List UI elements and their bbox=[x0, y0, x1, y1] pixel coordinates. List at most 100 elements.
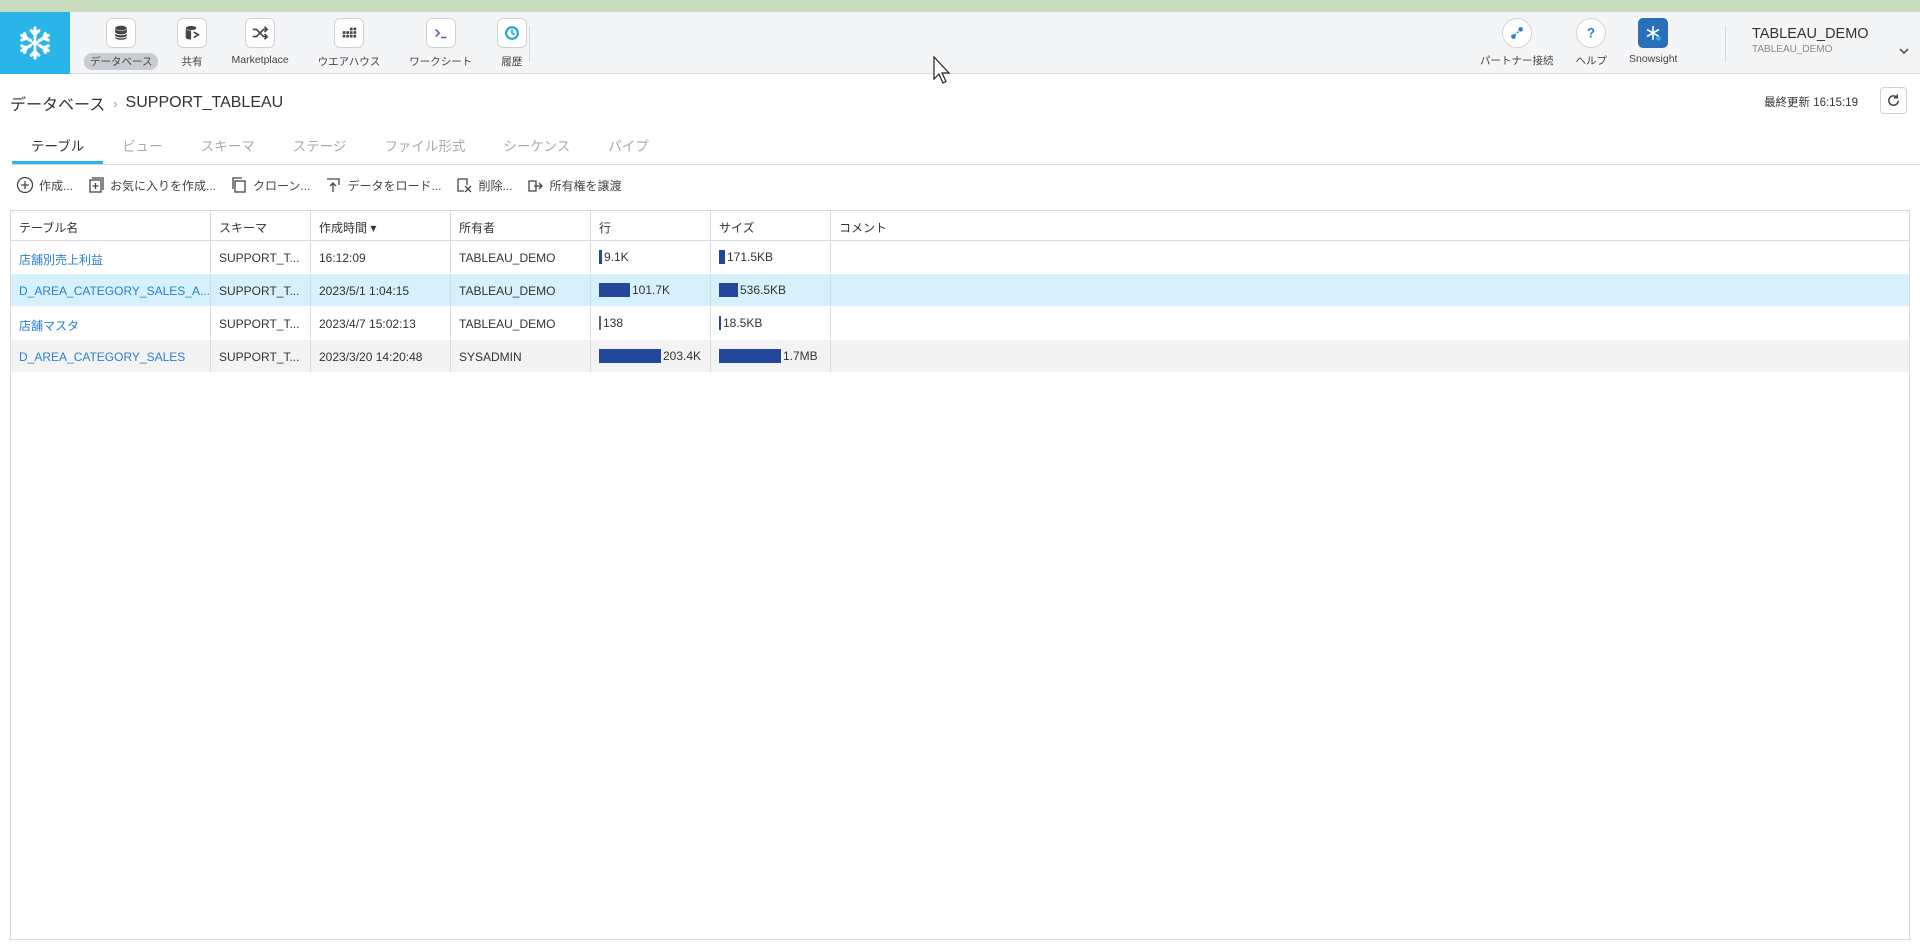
history-icon bbox=[496, 18, 527, 48]
table-row[interactable]: 店舗マスタ SUPPORT_T... 2023/4/7 15:02:13 TAB… bbox=[11, 307, 1909, 340]
rows-bar bbox=[599, 283, 630, 297]
snowflake-logo[interactable] bbox=[0, 12, 70, 74]
add-favorite-icon bbox=[89, 177, 104, 193]
size-value: 536.5KB bbox=[740, 283, 787, 297]
rows-value: 101.7K bbox=[632, 283, 671, 297]
tab-sequences[interactable]: シーケンス bbox=[484, 131, 589, 164]
schema-cell: SUPPORT_T... bbox=[211, 307, 311, 339]
owner-cell: TABLEAU_DEMO bbox=[451, 307, 591, 339]
partner-connect-icon bbox=[1501, 18, 1532, 48]
table-name-link[interactable]: 店舗別売上利益 bbox=[11, 241, 211, 273]
snowflake-icon bbox=[20, 26, 50, 60]
comment-cell bbox=[831, 340, 1909, 372]
column-header-size[interactable]: サイズ bbox=[711, 211, 831, 240]
main-nav: データベース 共有 Marketplace ウエアハウス ワークシート 履歴 bbox=[84, 18, 545, 70]
transfer-ownership-icon bbox=[528, 180, 544, 192]
nav-item-databases[interactable]: データベース bbox=[84, 18, 159, 70]
nav-label: ウエアハウス bbox=[317, 56, 381, 68]
load-data-button[interactable]: データをロード... bbox=[324, 176, 441, 194]
help-button[interactable]: ? ヘルプ bbox=[1576, 18, 1607, 68]
snowsight-button[interactable]: Snowsight bbox=[1629, 18, 1677, 68]
created-cell: 2023/3/20 14:20:48 bbox=[311, 340, 451, 372]
table-name-link[interactable]: D_AREA_CATEGORY_SALES_A... bbox=[11, 274, 211, 306]
owner-cell: SYSADMIN bbox=[451, 340, 591, 372]
help-icon: ? bbox=[1576, 18, 1607, 48]
rows-value: 138 bbox=[603, 316, 624, 330]
create-favorite-label: お気に入りを作成... bbox=[110, 178, 217, 193]
schema-cell: SUPPORT_T... bbox=[211, 241, 311, 273]
tab-schemas[interactable]: スキーマ bbox=[182, 131, 274, 164]
transfer-ownership-label: 所有権を譲渡 bbox=[549, 178, 622, 193]
chevron-down-icon[interactable] bbox=[1898, 45, 1910, 57]
size-bar bbox=[719, 349, 781, 363]
shared-database-icon bbox=[176, 18, 207, 48]
user-menu[interactable]: TABLEAU_DEMO TABLEAU_DEMO bbox=[1752, 26, 1869, 55]
comment-cell bbox=[831, 241, 1909, 273]
create-button[interactable]: 作成... bbox=[16, 176, 73, 194]
partner-connect-label: パートナー接続 bbox=[1480, 55, 1554, 67]
column-header-owner[interactable]: 所有者 bbox=[451, 211, 591, 240]
rows-cell: 101.7K bbox=[591, 274, 711, 306]
tab-views[interactable]: ビュー bbox=[103, 131, 182, 164]
tab-file-formats[interactable]: ファイル形式 bbox=[365, 131, 484, 164]
delete-button[interactable]: 削除... bbox=[455, 176, 512, 194]
partner-connect-button[interactable]: パートナー接続 bbox=[1480, 18, 1554, 68]
tables-grid: テーブル名 スキーマ 作成時間 ▾ 所有者 行 サイズ コメント 店舗別売上利益… bbox=[10, 210, 1910, 940]
size-cell: 1.7MB bbox=[711, 340, 831, 372]
breadcrumb-current: SUPPORT_TABLEAU bbox=[125, 94, 284, 111]
column-header-table-name[interactable]: テーブル名 bbox=[11, 211, 211, 240]
column-header-rows[interactable]: 行 bbox=[591, 211, 711, 240]
rows-value: 9.1K bbox=[604, 250, 629, 264]
owner-cell: TABLEAU_DEMO bbox=[451, 274, 591, 306]
nav-item-marketplace[interactable]: Marketplace bbox=[225, 18, 294, 70]
comment-cell bbox=[831, 307, 1909, 339]
size-value: 171.5KB bbox=[727, 250, 774, 264]
table-row[interactable]: 店舗別売上利益 SUPPORT_T... 16:12:09 TABLEAU_DE… bbox=[11, 241, 1909, 274]
table-name-link[interactable]: D_AREA_CATEGORY_SALES bbox=[11, 340, 211, 372]
table-header-row: テーブル名 スキーマ 作成時間 ▾ 所有者 行 サイズ コメント bbox=[11, 210, 1909, 241]
rows-value: 203.4K bbox=[663, 349, 702, 363]
object-tabs: テーブル ビュー スキーマ ステージ ファイル形式 シーケンス パイプ bbox=[12, 131, 1920, 165]
tab-stages[interactable]: ステージ bbox=[274, 131, 366, 164]
column-header-created[interactable]: 作成時間 ▾ bbox=[311, 211, 451, 240]
breadcrumb: データベース › SUPPORT_TABLEAU bbox=[10, 91, 283, 115]
nav-label: Marketplace bbox=[231, 54, 289, 66]
tab-tables[interactable]: テーブル bbox=[12, 131, 104, 164]
create-label: 作成... bbox=[39, 178, 74, 193]
size-cell: 536.5KB bbox=[711, 274, 831, 306]
table-row[interactable]: D_AREA_CATEGORY_SALES_A... SUPPORT_T... … bbox=[11, 274, 1909, 307]
comment-cell bbox=[831, 274, 1909, 306]
refresh-button[interactable] bbox=[1880, 87, 1907, 114]
rows-bar bbox=[599, 316, 601, 330]
user-role: TABLEAU_DEMO bbox=[1752, 44, 1833, 55]
column-header-schema[interactable]: スキーマ bbox=[211, 211, 311, 240]
owner-cell: TABLEAU_DEMO bbox=[451, 241, 591, 273]
nav-item-worksheets[interactable]: ワークシート bbox=[403, 18, 478, 70]
clone-button[interactable]: クローン... bbox=[230, 176, 310, 194]
size-value: 1.7MB bbox=[783, 349, 818, 363]
create-favorite-button[interactable]: お気に入りを作成... bbox=[87, 176, 216, 194]
rows-bar bbox=[599, 349, 661, 363]
browser-top-strip bbox=[0, 0, 1920, 12]
load-data-icon bbox=[327, 178, 341, 192]
table-row[interactable]: D_AREA_CATEGORY_SALES SUPPORT_T... 2023/… bbox=[11, 340, 1909, 373]
transfer-ownership-button[interactable]: 所有権を譲渡 bbox=[526, 176, 621, 194]
size-value: 18.5KB bbox=[723, 316, 763, 330]
svg-text:?: ? bbox=[1587, 26, 1595, 41]
tab-pipes[interactable]: パイプ bbox=[589, 131, 668, 164]
size-bar bbox=[719, 316, 721, 330]
nav-item-history[interactable]: 履歴 bbox=[495, 18, 528, 70]
nav-item-warehouses[interactable]: ウエアハウス bbox=[312, 18, 387, 70]
last-updated: 最終更新 16:15:19 bbox=[1764, 97, 1858, 109]
table-toolbar: 作成... お気に入りを作成... クローン... データをロード... 削除.… bbox=[16, 176, 635, 194]
table-name-link[interactable]: 店舗マスタ bbox=[11, 307, 211, 339]
breadcrumb-databases[interactable]: データベース bbox=[10, 91, 105, 115]
terminal-icon bbox=[425, 18, 456, 48]
column-header-comment[interactable]: コメント bbox=[831, 211, 1909, 240]
nav-divider bbox=[529, 26, 530, 62]
breadcrumb-separator: › bbox=[113, 95, 118, 111]
nav-item-shared[interactable]: 共有 bbox=[175, 18, 208, 70]
rows-cell: 9.1K bbox=[591, 241, 711, 273]
nav-label: 履歴 bbox=[501, 56, 523, 68]
size-cell: 171.5KB bbox=[711, 241, 831, 273]
